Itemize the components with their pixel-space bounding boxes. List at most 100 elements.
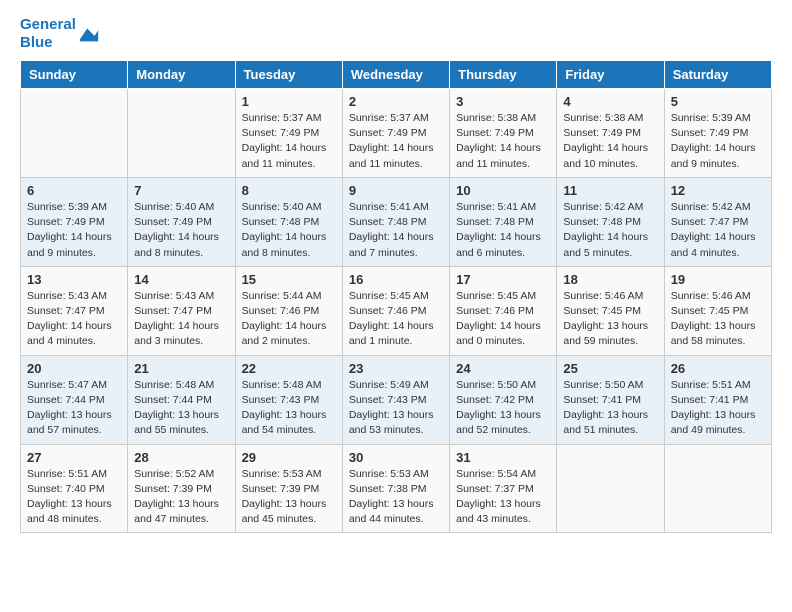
day-info: Sunrise: 5:37 AM Sunset: 7:49 PM Dayligh… bbox=[349, 111, 443, 172]
calendar-cell: 19Sunrise: 5:46 AM Sunset: 7:45 PM Dayli… bbox=[664, 266, 771, 355]
day-info: Sunrise: 5:54 AM Sunset: 7:37 PM Dayligh… bbox=[456, 467, 550, 528]
day-number: 7 bbox=[134, 183, 228, 198]
calendar-cell: 15Sunrise: 5:44 AM Sunset: 7:46 PM Dayli… bbox=[235, 266, 342, 355]
day-number: 5 bbox=[671, 94, 765, 109]
calendar-cell: 1 Sunrise: 5:37 AM Sunset: 7:49 PM Daylig… bbox=[235, 89, 342, 178]
day-info: Sunrise: 5:45 AM Sunset: 7:46 PM Dayligh… bbox=[349, 289, 443, 350]
calendar-cell: 3 Sunrise: 5:38 AM Sunset: 7:49 PM Daylig… bbox=[450, 89, 557, 178]
day-number: 1 bbox=[242, 94, 336, 109]
day-info: Sunrise: 5:41 AM Sunset: 7:48 PM Dayligh… bbox=[456, 200, 550, 261]
calendar-cell: 21Sunrise: 5:48 AM Sunset: 7:44 PM Dayli… bbox=[128, 355, 235, 444]
calendar-table: SundayMondayTuesdayWednesdayThursdayFrid… bbox=[20, 60, 772, 533]
day-info: Sunrise: 5:40 AM Sunset: 7:49 PM Dayligh… bbox=[134, 200, 228, 261]
logo-icon bbox=[78, 23, 100, 45]
day-info: Sunrise: 5:50 AM Sunset: 7:41 PM Dayligh… bbox=[563, 378, 657, 439]
day-number: 18 bbox=[563, 272, 657, 287]
calendar-cell: 23 Sunrise: 5:49 AM Sunset: 7:43 PM Dayli… bbox=[342, 355, 449, 444]
day-info: Sunrise: 5:51 AM Sunset: 7:41 PM Dayligh… bbox=[671, 378, 765, 439]
calendar-cell: 11 Sunrise: 5:42 AM Sunset: 7:48 PM Dayli… bbox=[557, 177, 664, 266]
day-info: Sunrise: 5:38 AM Sunset: 7:49 PM Dayligh… bbox=[563, 111, 657, 172]
calendar-cell: 22 Sunrise: 5:48 AM Sunset: 7:43 PM Dayli… bbox=[235, 355, 342, 444]
calendar-cell: 24 Sunrise: 5:50 AM Sunset: 7:42 PM Dayli… bbox=[450, 355, 557, 444]
weekday-header: Saturday bbox=[664, 61, 771, 89]
day-number: 22 bbox=[242, 361, 336, 376]
day-info: Sunrise: 5:43 AM Sunset: 7:47 PM Dayligh… bbox=[27, 289, 121, 350]
calendar-cell bbox=[21, 89, 128, 178]
calendar-cell: 12 Sunrise: 5:42 AM Sunset: 7:47 PM Dayli… bbox=[664, 177, 771, 266]
calendar-week-row: 13 Sunrise: 5:43 AM Sunset: 7:47 PM Dayli… bbox=[21, 266, 772, 355]
calendar-cell: 28Sunrise: 5:52 AM Sunset: 7:39 PM Dayli… bbox=[128, 444, 235, 533]
day-number: 16 bbox=[349, 272, 443, 287]
calendar-cell: 27 Sunrise: 5:51 AM Sunset: 7:40 PM Dayli… bbox=[21, 444, 128, 533]
calendar-cell: 14 Sunrise: 5:43 AM Sunset: 7:47 PM Dayli… bbox=[128, 266, 235, 355]
day-info: Sunrise: 5:43 AM Sunset: 7:47 PM Dayligh… bbox=[134, 289, 228, 350]
day-number: 12 bbox=[671, 183, 765, 198]
day-number: 25 bbox=[563, 361, 657, 376]
calendar-week-row: 1 Sunrise: 5:37 AM Sunset: 7:49 PM Daylig… bbox=[21, 89, 772, 178]
page-header: General Blue bbox=[20, 16, 772, 52]
calendar-cell: 13 Sunrise: 5:43 AM Sunset: 7:47 PM Dayli… bbox=[21, 266, 128, 355]
calendar-cell: 18 Sunrise: 5:46 AM Sunset: 7:45 PM Dayli… bbox=[557, 266, 664, 355]
day-info: Sunrise: 5:42 AM Sunset: 7:47 PM Dayligh… bbox=[671, 200, 765, 261]
day-number: 28 bbox=[134, 450, 228, 465]
day-info: Sunrise: 5:51 AM Sunset: 7:40 PM Dayligh… bbox=[27, 467, 121, 528]
day-info: Sunrise: 5:48 AM Sunset: 7:43 PM Dayligh… bbox=[242, 378, 336, 439]
calendar-cell: 2 Sunrise: 5:37 AM Sunset: 7:49 PM Daylig… bbox=[342, 89, 449, 178]
calendar-cell: 4 Sunrise: 5:38 AM Sunset: 7:49 PM Daylig… bbox=[557, 89, 664, 178]
day-number: 24 bbox=[456, 361, 550, 376]
calendar-cell bbox=[664, 444, 771, 533]
calendar-cell: 10 Sunrise: 5:41 AM Sunset: 7:48 PM Dayli… bbox=[450, 177, 557, 266]
day-number: 2 bbox=[349, 94, 443, 109]
day-number: 9 bbox=[349, 183, 443, 198]
day-info: Sunrise: 5:48 AM Sunset: 7:44 PM Dayligh… bbox=[134, 378, 228, 439]
calendar-cell: 29Sunrise: 5:53 AM Sunset: 7:39 PM Dayli… bbox=[235, 444, 342, 533]
day-info: Sunrise: 5:41 AM Sunset: 7:48 PM Dayligh… bbox=[349, 200, 443, 261]
calendar-cell bbox=[128, 89, 235, 178]
day-number: 4 bbox=[563, 94, 657, 109]
day-number: 13 bbox=[27, 272, 121, 287]
day-info: Sunrise: 5:49 AM Sunset: 7:43 PM Dayligh… bbox=[349, 378, 443, 439]
calendar-cell: 25 Sunrise: 5:50 AM Sunset: 7:41 PM Dayli… bbox=[557, 355, 664, 444]
day-number: 31 bbox=[456, 450, 550, 465]
day-info: Sunrise: 5:50 AM Sunset: 7:42 PM Dayligh… bbox=[456, 378, 550, 439]
calendar-week-row: 6Sunrise: 5:39 AM Sunset: 7:49 PM Daylig… bbox=[21, 177, 772, 266]
weekday-header: Thursday bbox=[450, 61, 557, 89]
calendar-cell: 20 Sunrise: 5:47 AM Sunset: 7:44 PM Dayli… bbox=[21, 355, 128, 444]
calendar-cell: 8Sunrise: 5:40 AM Sunset: 7:48 PM Daylig… bbox=[235, 177, 342, 266]
calendar-cell: 9 Sunrise: 5:41 AM Sunset: 7:48 PM Daylig… bbox=[342, 177, 449, 266]
day-info: Sunrise: 5:38 AM Sunset: 7:49 PM Dayligh… bbox=[456, 111, 550, 172]
day-info: Sunrise: 5:53 AM Sunset: 7:38 PM Dayligh… bbox=[349, 467, 443, 528]
day-info: Sunrise: 5:47 AM Sunset: 7:44 PM Dayligh… bbox=[27, 378, 121, 439]
calendar-cell: 17Sunrise: 5:45 AM Sunset: 7:46 PM Dayli… bbox=[450, 266, 557, 355]
calendar-cell: 30 Sunrise: 5:53 AM Sunset: 7:38 PM Dayli… bbox=[342, 444, 449, 533]
calendar-cell: 31 Sunrise: 5:54 AM Sunset: 7:37 PM Dayli… bbox=[450, 444, 557, 533]
calendar-week-row: 20 Sunrise: 5:47 AM Sunset: 7:44 PM Dayli… bbox=[21, 355, 772, 444]
calendar-cell: 26 Sunrise: 5:51 AM Sunset: 7:41 PM Dayli… bbox=[664, 355, 771, 444]
day-number: 14 bbox=[134, 272, 228, 287]
day-number: 26 bbox=[671, 361, 765, 376]
day-info: Sunrise: 5:45 AM Sunset: 7:46 PM Dayligh… bbox=[456, 289, 550, 350]
day-info: Sunrise: 5:42 AM Sunset: 7:48 PM Dayligh… bbox=[563, 200, 657, 261]
day-info: Sunrise: 5:39 AM Sunset: 7:49 PM Dayligh… bbox=[671, 111, 765, 172]
day-number: 3 bbox=[456, 94, 550, 109]
day-number: 6 bbox=[27, 183, 121, 198]
weekday-header: Wednesday bbox=[342, 61, 449, 89]
logo: General Blue bbox=[20, 16, 100, 52]
day-info: Sunrise: 5:37 AM Sunset: 7:49 PM Dayligh… bbox=[242, 111, 336, 172]
day-info: Sunrise: 5:44 AM Sunset: 7:46 PM Dayligh… bbox=[242, 289, 336, 350]
day-number: 20 bbox=[27, 361, 121, 376]
calendar-cell: 16 Sunrise: 5:45 AM Sunset: 7:46 PM Dayli… bbox=[342, 266, 449, 355]
day-number: 30 bbox=[349, 450, 443, 465]
day-info: Sunrise: 5:53 AM Sunset: 7:39 PM Dayligh… bbox=[242, 467, 336, 528]
day-info: Sunrise: 5:46 AM Sunset: 7:45 PM Dayligh… bbox=[671, 289, 765, 350]
day-info: Sunrise: 5:46 AM Sunset: 7:45 PM Dayligh… bbox=[563, 289, 657, 350]
calendar-cell: 7 Sunrise: 5:40 AM Sunset: 7:49 PM Daylig… bbox=[128, 177, 235, 266]
day-number: 27 bbox=[27, 450, 121, 465]
logo-text: General Blue bbox=[20, 16, 76, 52]
day-number: 11 bbox=[563, 183, 657, 198]
day-number: 10 bbox=[456, 183, 550, 198]
day-number: 23 bbox=[349, 361, 443, 376]
calendar-week-row: 27 Sunrise: 5:51 AM Sunset: 7:40 PM Dayli… bbox=[21, 444, 772, 533]
weekday-header: Monday bbox=[128, 61, 235, 89]
calendar-cell: 6Sunrise: 5:39 AM Sunset: 7:49 PM Daylig… bbox=[21, 177, 128, 266]
